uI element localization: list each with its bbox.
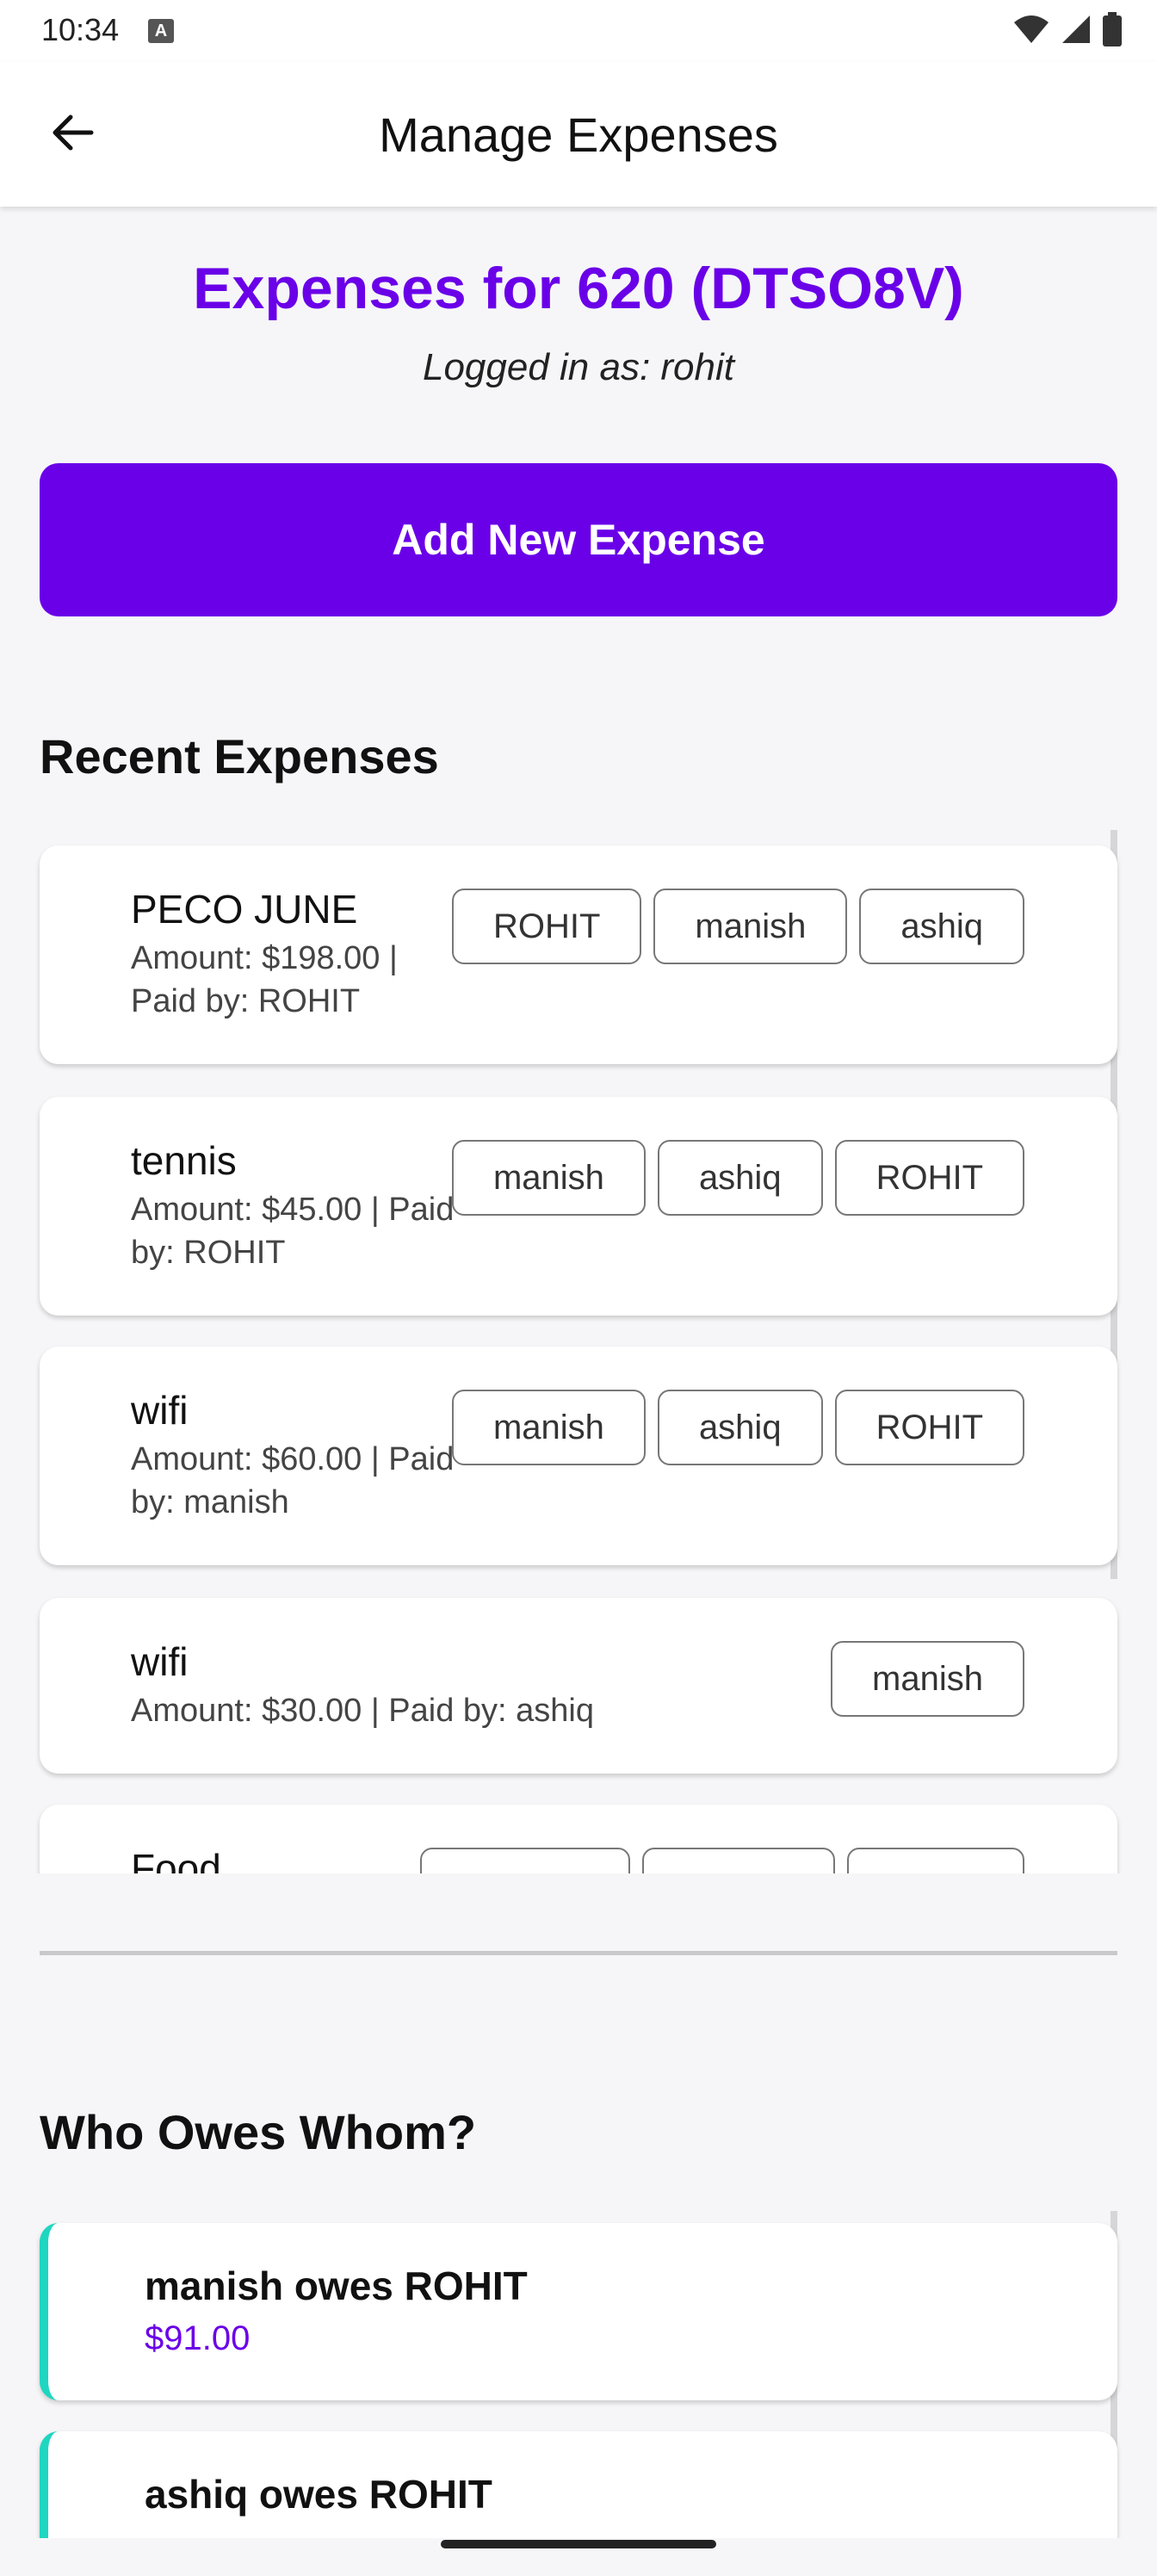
expense-card[interactable]: PECO JUNE Amount: $198.00 | Paid by: ROH… — [40, 845, 1117, 1064]
expense-details: Amount: $60.00 | Paid by: manish — [131, 1441, 455, 1520]
participant-chip[interactable]: ashiq — [657, 1140, 823, 1216]
participant-chip[interactable]: manish — [451, 1140, 646, 1216]
expense-details: Amount: $30.00 | Paid by: ashiq — [131, 1693, 594, 1729]
participant-chip[interactable]: manish — [653, 889, 848, 964]
home-indicator[interactable] — [441, 2540, 716, 2548]
app-bar-title: Manage Expenses — [379, 108, 778, 162]
participant-chip[interactable]: ashiq — [859, 889, 1024, 964]
participant-chip[interactable]: manish — [831, 1641, 1024, 1717]
participant-chips — [420, 1848, 1024, 1873]
status-time: 10:34 — [41, 12, 120, 47]
owes-card: ashiq owes ROHIT — [40, 2431, 1117, 2538]
add-new-expense-button[interactable]: Add New Expense — [40, 463, 1117, 616]
section-divider — [40, 1951, 1117, 1955]
participant-chip[interactable] — [847, 1848, 1024, 1873]
participant-chip[interactable]: ROHIT — [451, 889, 642, 964]
expense-name: tennis — [131, 1138, 237, 1183]
status-bar: 10:34 A — [0, 0, 1157, 62]
participant-chip[interactable]: ROHIT — [834, 1140, 1024, 1216]
expense-name: PECO JUNE — [131, 887, 358, 932]
battery-icon — [1102, 11, 1123, 51]
page-title: Expenses for 620 (DTSO8V) — [193, 256, 964, 321]
expense-details: Amount: $45.00 | Paid by: ROHIT — [131, 1192, 455, 1271]
participant-chip[interactable]: manish — [451, 1390, 646, 1465]
participant-chip[interactable]: ROHIT — [834, 1390, 1024, 1465]
owes-card: manish owes ROHIT $91.00 — [40, 2223, 1117, 2400]
signal-icon — [1061, 14, 1092, 49]
logged-in-label: Logged in as: rohit — [422, 346, 735, 388]
owes-text: ashiq owes ROHIT — [145, 2472, 492, 2517]
owes-amount: $91.00 — [145, 2319, 251, 2357]
owes-list[interactable]: manish owes ROHIT $91.00 ashiq owes ROHI… — [0, 2211, 1157, 2538]
participant-chips: ROHIT manish ashiq — [451, 889, 1024, 964]
participant-chips: manish ashiq ROHIT — [451, 1140, 1024, 1216]
expense-list[interactable]: PECO JUNE Amount: $198.00 | Paid by: ROH… — [0, 830, 1157, 1873]
expense-name: Food — [131, 1846, 221, 1873]
expense-name: wifi — [131, 1639, 189, 1684]
recent-expenses-title: Recent Expenses — [40, 729, 439, 783]
app-bar: Manage Expenses — [0, 62, 1157, 207]
wifi-icon — [1012, 14, 1050, 49]
participant-chip[interactable] — [642, 1848, 835, 1873]
expense-card[interactable]: Food — [40, 1805, 1117, 1873]
owes-text: manish owes ROHIT — [145, 2263, 528, 2308]
participant-chips: manish ashiq ROHIT — [451, 1390, 1024, 1465]
participant-chip[interactable]: ashiq — [657, 1390, 823, 1465]
expense-card[interactable]: wifi Amount: $60.00 | Paid by: manish ma… — [40, 1347, 1117, 1565]
participant-chip[interactable] — [420, 1848, 630, 1873]
expense-details: Amount: $198.00 | Paid by: ROHIT — [131, 940, 398, 1019]
who-owes-whom-title: Who Owes Whom? — [40, 2105, 477, 2159]
expense-card[interactable]: wifi Amount: $30.00 | Paid by: ashiq man… — [40, 1598, 1117, 1774]
notification-badge-icon: A — [148, 19, 174, 43]
expense-name: wifi — [131, 1388, 189, 1433]
expense-card[interactable]: tennis Amount: $45.00 | Paid by: ROHIT m… — [40, 1097, 1117, 1316]
participant-chips: manish — [831, 1641, 1024, 1717]
